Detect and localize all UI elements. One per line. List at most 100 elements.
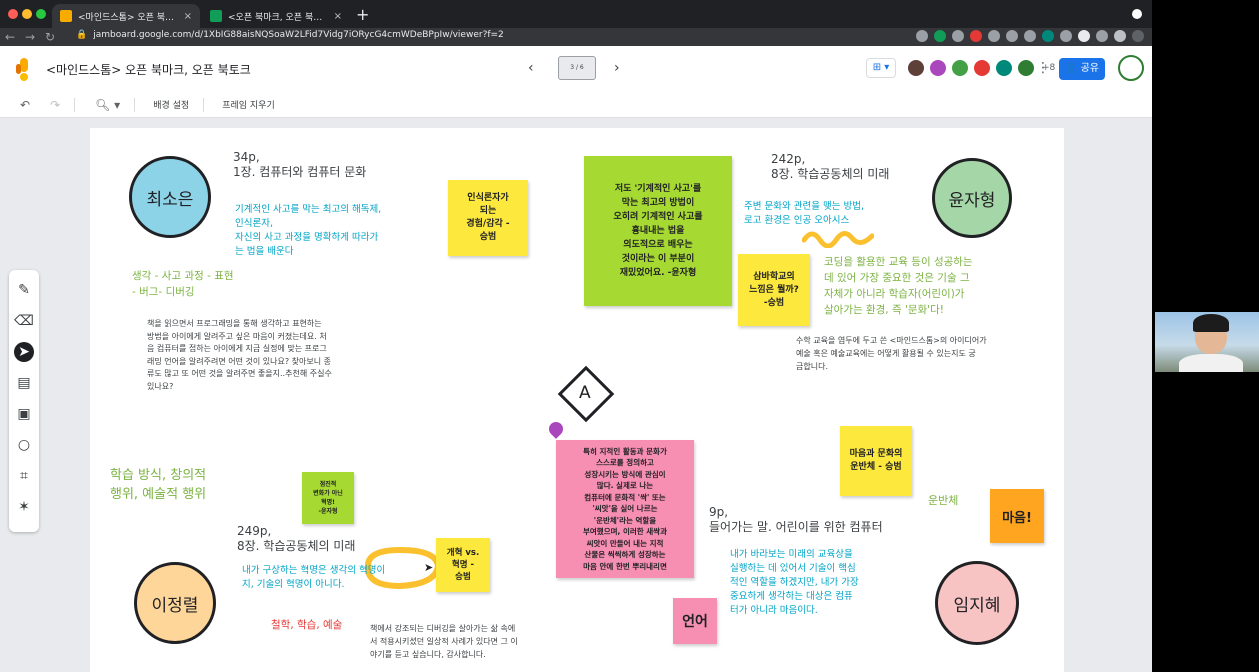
previous-frame-button[interactable]: ‹ [528, 60, 534, 76]
sticky-note[interactable]: 특히 지적인 활동과 문화가 스스로를 정의하고 성장시키는 방식에 관심이 많… [556, 440, 694, 578]
url-text: jamboard.google.com/d/1XbIG88aisNQSoaW2L… [93, 30, 504, 40]
background-button[interactable]: 배경 설정 [153, 98, 189, 111]
extension-icon[interactable] [934, 30, 946, 42]
eraser-icon[interactable]: ⌫ [14, 311, 34, 331]
extension-icon[interactable] [1042, 30, 1054, 42]
top-right-quote[interactable]: 주변 문화와 관련을 맺는 방법, 로고 환경은 인공 오아시스 [744, 200, 864, 228]
top-left-reference[interactable]: 34p, 1장. 컴퓨터와 컴퓨터 문화 [233, 150, 366, 180]
name-circle-bottom-right: 임지혜 [935, 561, 1019, 645]
center-letter: A [579, 383, 591, 403]
sticky-note[interactable]: 삼바학교의 느낌은 뭘까? -승범 [738, 254, 810, 326]
bottom-left-keywords-red[interactable]: 철학, 학습, 예술 [271, 617, 342, 632]
sticky-note[interactable]: 인식론자가 되는 경험/감각 - 승범 [448, 180, 528, 256]
user-avatar-icon[interactable] [1114, 30, 1126, 42]
person-icon: 👤 [1064, 63, 1078, 74]
drawing-tools: ✎ ⌫ ➤ ▤ ▣ ○ ⌗ ✶ [9, 270, 39, 532]
viewer-avatar[interactable] [906, 58, 926, 78]
sticky-note[interactable]: 마음! [990, 489, 1044, 543]
webcam-person-hair [1193, 314, 1229, 332]
mouse-pointer-icon: ➤ [424, 561, 434, 574]
bottom-right-reference[interactable]: 9p, 들어가는 말. 어린이를 위한 컴퓨터 [709, 505, 883, 535]
tab-label: <마인드스톰> 오픈 북마크, 오픈 북 [78, 12, 178, 23]
reload-icon[interactable]: ↻ [40, 30, 60, 44]
viewer-avatars[interactable]: +8 [906, 58, 1055, 78]
bottom-right-quote[interactable]: 내가 바라보는 미래의 교육상을 실행하는 데 있어서 기술이 핵심 적인 역할… [730, 548, 859, 618]
tab-sheets[interactable]: <오픈 북마크, 오픈 북토크> 낭독 문 × [202, 4, 350, 28]
next-frame-button[interactable]: › [614, 60, 620, 76]
bottom-left-question[interactable]: 책에서 강조되는 디버깅을 살아가는 삶 속에 서 적용시키셨던 일상적 사례가… [370, 622, 518, 661]
top-right-culture-note[interactable]: 코딩을 활용한 교육 등이 성공하는 데 있어 가장 중요한 것은 기술 그 자… [824, 254, 973, 318]
name-label: 이정렬 [151, 595, 199, 616]
back-icon[interactable]: ← [0, 30, 20, 44]
bottom-right-keyword[interactable]: 운반체 [928, 492, 958, 508]
name-label: 윤자형 [948, 190, 996, 211]
maximize-window-button[interactable] [36, 9, 46, 19]
jamboard-favicon-icon [60, 10, 72, 22]
bottom-left-quote[interactable]: 내가 구상하는 혁명은 생각의 혁명이 지, 기술의 혁명이 아니다. [242, 564, 385, 592]
forward-icon[interactable]: → [20, 30, 40, 44]
undo-icon[interactable]: ↶ [20, 98, 30, 112]
clear-frame-button[interactable]: 프레임 지우기 [222, 98, 275, 111]
jamboard-frame[interactable]: 최소은 윤자형 이정렬 임지혜 A 34p, 1장. 컴퓨터와 컴퓨터 문화 기… [90, 128, 1064, 672]
redo-icon[interactable]: ↷ [50, 98, 60, 112]
name-label: 임지혜 [953, 595, 1001, 616]
bottom-left-keywords[interactable]: 학습 방식, 창의적 행위, 예술적 행위 [110, 466, 206, 504]
viewer-avatar[interactable] [950, 58, 970, 78]
viewer-avatar[interactable] [994, 58, 1014, 78]
zoom-icon[interactable]: 🔍︎ ▾ [95, 98, 120, 112]
sticky-note[interactable]: 점진적 변화가 아닌 혁명! -윤자형 [302, 472, 354, 524]
account-avatar[interactable] [1118, 55, 1144, 81]
extension-icon[interactable] [1024, 30, 1036, 42]
viewer-avatar[interactable] [1016, 58, 1036, 78]
extension-icon[interactable] [970, 30, 982, 42]
select-icon[interactable]: ➤ [14, 342, 34, 362]
sticky-note[interactable]: 언어 [673, 598, 717, 644]
sticky-note[interactable]: 개혁 vs. 혁명 - 승범 [436, 538, 490, 592]
top-left-quote[interactable]: 기계적인 사고를 막는 최고의 해독제, 인식론자, 자신의 사고 과정을 명확… [235, 203, 381, 259]
profile-icon[interactable] [1132, 9, 1142, 19]
frame-counter[interactable]: 3 / 6 [558, 56, 596, 80]
sticky-note[interactable]: 마음과 문화의 운반체 - 승범 [840, 426, 912, 496]
image-icon[interactable]: ▣ [14, 404, 34, 424]
top-right-question[interactable]: 수학 교육을 염두에 두고 쓴 <마인드스톰>의 아이디어가 예술 혹은 예술교… [796, 334, 987, 373]
top-left-keywords[interactable]: 생각 - 사고 과정 - 표현 - 버그- 디버깅 [132, 268, 234, 300]
name-circle-top-right: 윤자형 [932, 158, 1012, 238]
bookmark-star-icon[interactable] [916, 30, 928, 42]
top-left-question[interactable]: 책을 읽으면서 프로그래밍을 통해 생각하고 표현하는 방법을 아이에게 알려주… [147, 318, 332, 393]
tab-mindstorm[interactable]: <마인드스톰> 오픈 북마크, 오픈 북 × [52, 4, 200, 28]
viewer-avatar[interactable] [928, 58, 948, 78]
new-tab-button[interactable]: + [356, 5, 369, 24]
document-title[interactable]: <마인드스톰> 오픈 북마크, 오픈 북토크 [46, 61, 251, 78]
webcam-video-feed [1155, 312, 1259, 372]
bottom-left-reference[interactable]: 249p, 8장. 학습공동체의 미래 [237, 524, 355, 554]
extension-icon[interactable] [952, 30, 964, 42]
tab-close-icon[interactable]: × [184, 11, 192, 22]
name-label: 최소은 [146, 189, 194, 210]
extension-icon[interactable] [1060, 30, 1072, 42]
url-field[interactable]: 🔒 jamboard.google.com/d/1XbIG88aisNQSoaW… [76, 30, 504, 40]
jamboard-logo-icon [16, 58, 28, 81]
main-toolbar: ↶ ↷ 🔍︎ ▾ 배경 설정 프레임 지우기 [0, 92, 1152, 118]
extensions-puzzle-icon[interactable] [1096, 30, 1108, 42]
menu-kebab-icon[interactable] [1132, 30, 1144, 42]
name-circle-bottom-left: 이정렬 [134, 562, 216, 644]
text-box-icon[interactable]: ⌗ [14, 466, 34, 486]
viewer-avatar[interactable] [972, 58, 992, 78]
circle-shape-icon[interactable]: ○ [14, 435, 34, 455]
tab-close-icon[interactable]: × [334, 11, 342, 22]
minimize-window-button[interactable] [22, 9, 32, 19]
close-window-button[interactable] [8, 9, 18, 19]
extension-icon[interactable] [1078, 30, 1090, 42]
extension-icon[interactable] [1006, 30, 1018, 42]
extension-icon[interactable] [988, 30, 1000, 42]
sticky-note[interactable]: 저도 '기계적인 사고'를 막는 최고의 방법이 오히려 기계적인 사고를 흉내… [584, 156, 732, 306]
sticky-note-icon[interactable]: ▤ [14, 373, 34, 393]
laser-icon[interactable]: ✶ [14, 497, 34, 517]
share-button[interactable]: 👤 공유 [1059, 58, 1105, 80]
present-button[interactable]: ⊞ ▾ [866, 58, 896, 78]
top-right-reference[interactable]: 242p, 8장. 학습공동체의 미래 [771, 152, 889, 182]
more-options-icon[interactable]: ⋮ [1036, 60, 1050, 76]
pen-icon[interactable]: ✎ [14, 280, 34, 300]
webcam-person-shirt [1179, 354, 1243, 372]
toolbar-divider [74, 97, 76, 112]
